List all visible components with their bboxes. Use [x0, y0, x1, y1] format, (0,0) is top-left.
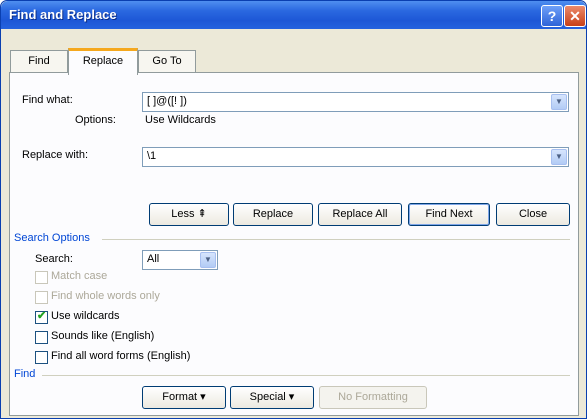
sounds-like-checkbox[interactable]: [35, 331, 48, 344]
replace-with-combo[interactable]: \1 ▼: [142, 147, 569, 167]
less-button[interactable]: Less ⇞: [149, 203, 229, 226]
dialog-content: Find Replace Go To Find what: [ ]@([! ])…: [1, 29, 586, 418]
find-what-value: [ ]@([! ]): [147, 95, 187, 107]
find-what-combo[interactable]: [ ]@([! ]) ▼: [142, 92, 569, 112]
word-forms-checkbox[interactable]: [35, 351, 48, 364]
tab-go-to[interactable]: Go To: [138, 50, 196, 72]
divider: [42, 375, 570, 376]
special-button[interactable]: Special ▾: [230, 386, 314, 409]
tab-find[interactable]: Find: [10, 50, 68, 72]
replace-all-button[interactable]: Replace All: [318, 203, 402, 226]
options-label: Options:: [75, 114, 116, 126]
tab-replace[interactable]: Replace: [68, 48, 138, 75]
help-icon: ?: [547, 8, 557, 24]
find-what-label: Find what:: [22, 94, 73, 106]
match-case-checkbox[interactable]: [35, 271, 48, 284]
word-forms-label: Find all word forms (English): [51, 350, 191, 362]
help-button[interactable]: ?: [541, 5, 563, 27]
whole-words-checkbox[interactable]: [35, 291, 48, 304]
chevron-down-icon[interactable]: ▼: [551, 149, 567, 165]
close-window-button[interactable]: ✕: [564, 5, 586, 27]
find-section-header: Find: [14, 368, 36, 380]
title-bar[interactable]: Find and Replace ? ✕: [1, 1, 586, 29]
replace-button[interactable]: Replace: [233, 203, 313, 226]
tab-panel: Find what: [ ]@([! ]) ▼ Options: Use Wil…: [9, 72, 579, 416]
format-button[interactable]: Format ▾: [142, 386, 226, 409]
whole-words-label: Find whole words only: [51, 290, 160, 302]
search-label: Search:: [35, 253, 73, 265]
dialog-title: Find and Replace: [9, 7, 117, 22]
divider: [102, 239, 570, 240]
sounds-like-label: Sounds like (English): [51, 330, 155, 342]
chevron-down-icon[interactable]: ▼: [551, 94, 567, 110]
find-next-button[interactable]: Find Next: [408, 203, 490, 226]
close-button[interactable]: Close: [496, 203, 570, 226]
replace-with-value: \1: [147, 150, 157, 162]
match-case-label: Match case: [51, 270, 108, 282]
options-value: Use Wildcards: [145, 114, 216, 126]
use-wildcards-checkbox[interactable]: ✔: [35, 310, 48, 324]
search-direction-select[interactable]: All ▼: [142, 250, 218, 270]
search-direction-value: All: [147, 253, 160, 265]
search-options-header: Search Options: [14, 232, 90, 244]
close-icon: ✕: [569, 8, 581, 24]
replace-with-label: Replace with:: [22, 149, 89, 161]
check-icon: ✔: [37, 310, 47, 322]
find-replace-dialog: Find and Replace ? ✕ Find Replace Go To …: [0, 0, 587, 419]
no-formatting-button[interactable]: No Formatting: [319, 386, 427, 409]
use-wildcards-label: Use wildcards: [51, 310, 120, 322]
chevron-down-icon[interactable]: ▼: [200, 252, 216, 268]
